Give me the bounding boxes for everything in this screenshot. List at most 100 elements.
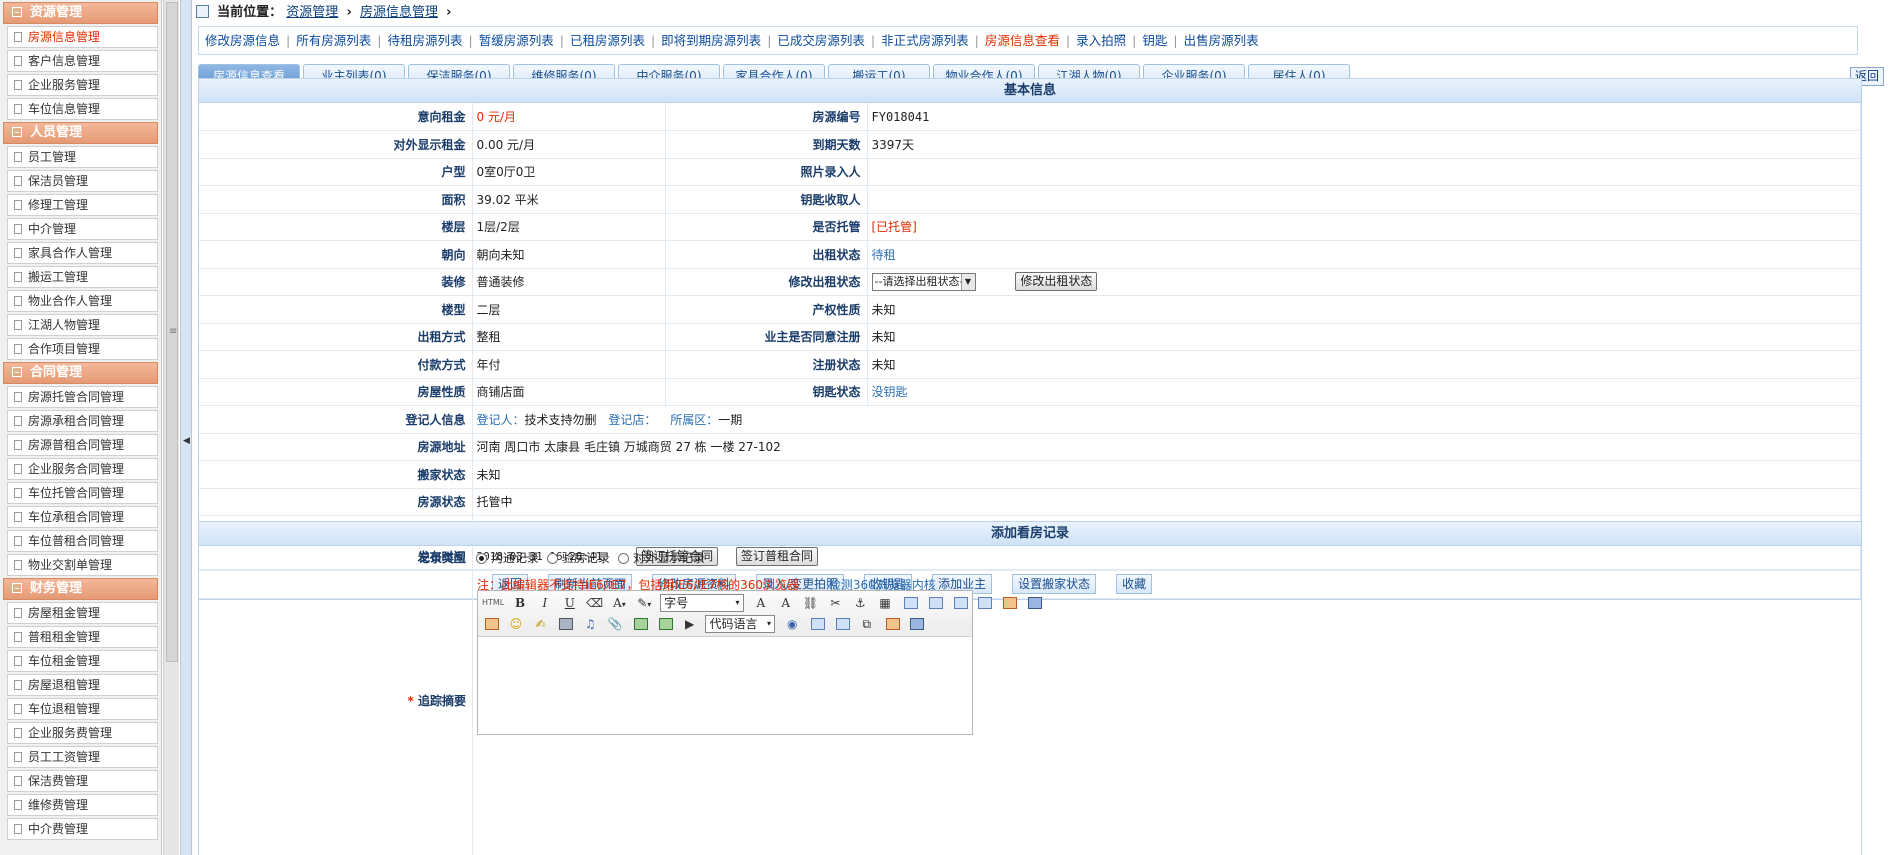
insert-image-icon[interactable] [485,618,499,630]
sidebar-item[interactable]: 房源托管合同管理 [7,386,158,408]
nav-link[interactable]: 已租房源列表 [570,33,645,48]
rich-text-editor[interactable]: HTML B I U ⌫ A▾ ✎▾ 字号 ▾ A A ⛓ ✂ ⚓ ▦ ☺ ✍ … [477,590,1042,735]
music-icon[interactable]: ♫ [581,615,599,633]
sidebar-item[interactable]: 普租租金管理 [7,626,158,648]
eraser-icon[interactable]: ⌫ [586,594,604,612]
italic-button[interactable]: I [536,594,554,612]
snapshot-icon[interactable] [658,618,673,630]
sidebar-item[interactable]: 房源信息管理 [7,26,158,48]
nav-link[interactable]: 暂缓房源列表 [479,33,554,48]
map-icon[interactable]: ◉ [783,615,801,633]
sidebar-group-header[interactable]: 资源管理 [3,2,158,24]
sidebar-scrollbar[interactable]: ≡ [163,0,179,855]
scrawl-icon[interactable]: ✍ [532,615,550,633]
nav-link[interactable]: 待租房源列表 [387,33,462,48]
emoji-icon[interactable]: ☺ [507,615,525,633]
table-icon[interactable]: ▦ [876,594,894,612]
sidebar-item[interactable]: 车位信息管理 [7,98,158,120]
align-right-icon[interactable] [953,597,968,609]
sidebar-item[interactable]: 企业服务费管理 [7,722,158,744]
registrant-name: 技术支持勿删 [524,412,597,427]
sidebar-item[interactable]: 合作项目管理 [7,338,158,360]
html-source-button[interactable]: HTML [482,594,504,612]
sidebar-item[interactable]: 保洁费管理 [7,770,158,792]
image-icon[interactable] [1003,597,1018,609]
gallery-icon[interactable] [633,618,648,630]
sidebar-item[interactable]: 搬运工管理 [7,266,158,288]
nav-link[interactable]: 录入拍照 [1076,33,1126,48]
editor-content-area[interactable] [478,637,972,735]
sidebar-item[interactable]: 车位租金管理 [7,650,158,672]
sidebar-item[interactable]: 车位普租合同管理 [7,530,158,552]
sidebar-item[interactable]: 企业服务管理 [7,74,158,96]
sidebar-item[interactable]: 物业合作人管理 [7,290,158,312]
background-icon[interactable] [885,618,900,630]
nav-link[interactable]: 已成交房源列表 [777,33,865,48]
sidebar-item[interactable]: 企业服务合同管理 [7,458,158,480]
sidebar-item[interactable]: 修理工管理 [7,194,158,216]
nav-link[interactable]: 即将到期房源列表 [661,33,761,48]
rent-status-select[interactable]: --请选择出租状态-- ▼ [871,272,976,291]
sidebar-item[interactable]: 房源普租合同管理 [7,434,158,456]
nav-link[interactable]: 非正式房源列表 [881,33,969,48]
font-size-select[interactable]: 字号 ▾ [660,594,745,612]
sidebar-item[interactable]: 江湖人物管理 [7,314,158,336]
sidebar-item[interactable]: 物业交割单管理 [7,554,158,576]
collapse-arrow-icon[interactable]: ◀ [183,436,190,446]
sidebar-item[interactable]: 家具合作人管理 [7,242,158,264]
unlink-icon[interactable]: ✂ [826,594,844,612]
breadcrumb-level2-link[interactable]: 房源信息管理 [360,5,438,20]
highlight-icon[interactable]: ✎▾ [635,594,653,612]
sidebar-splitter[interactable]: ◀ [180,0,192,855]
align-justify-icon[interactable] [978,597,993,609]
record-type-option[interactable]: 验房记录 [546,551,610,565]
record-type-option[interactable]: 沟通记录 [475,551,539,565]
sidebar-item[interactable]: 中介费管理 [7,818,158,840]
document-icon[interactable] [559,618,574,630]
preview-icon[interactable] [1028,597,1042,609]
sidebar-item[interactable]: 员工管理 [7,146,158,168]
nav-link[interactable]: 钥匙 [1142,33,1167,48]
sidebar-group-header[interactable]: 财务管理 [3,578,158,600]
align-left-icon[interactable] [903,597,918,609]
sidebar-item[interactable]: 房屋租金管理 [7,602,158,624]
cut-icon[interactable]: ⧉ [858,615,876,633]
template-icon[interactable] [811,618,826,630]
sidebar-item[interactable]: 车位承租合同管理 [7,506,158,528]
sidebar-item[interactable]: 客户信息管理 [7,50,158,72]
sidebar-item[interactable]: 员工工资管理 [7,746,158,768]
sidebar-item[interactable]: 房屋退租管理 [7,674,158,696]
code-language-select[interactable]: 代码语言 ▾ [705,615,776,633]
video-icon[interactable]: ▶ [681,615,699,633]
iframe-icon[interactable] [835,618,850,630]
font-size-down-button[interactable]: A [777,594,795,612]
link-icon[interactable]: ⛓ [802,594,820,612]
sidebar-item[interactable]: 中介管理 [7,218,158,240]
font-color-button[interactable]: A▾ [610,594,628,612]
underline-button[interactable]: U [561,594,579,612]
sidebar-item[interactable]: 车位退租管理 [7,698,158,720]
sidebar-item[interactable]: 车位托管合同管理 [7,482,158,504]
sidebar-item[interactable]: 房源承租合同管理 [7,410,158,432]
sidebar-item[interactable]: 维修费管理 [7,794,158,816]
nav-link[interactable]: 房源信息查看 [985,33,1060,48]
nav-link[interactable]: 出售房源列表 [1184,33,1259,48]
radio-button[interactable] [546,553,558,564]
table-row: 付款方式 年付 注册状态 未知 [199,350,1861,379]
nav-link[interactable]: 所有房源列表 [296,33,371,48]
sidebar-item[interactable]: 保洁员管理 [7,170,158,192]
sidebar-group-header[interactable]: 合同管理 [3,362,158,384]
anchor-icon[interactable]: ⚓ [851,594,869,612]
record-type-option[interactable]: 对外显示记录 [617,551,705,565]
bold-button[interactable]: B [511,594,529,612]
nav-link[interactable]: 修改房源信息 [205,33,280,48]
sidebar-group-header[interactable]: 人员管理 [3,122,158,144]
breadcrumb-level1-link[interactable]: 资源管理 [286,5,338,20]
font-size-up-button[interactable]: A [752,594,770,612]
align-center-icon[interactable] [928,597,943,609]
attachment-icon[interactable]: 📎 [606,615,624,633]
radio-button[interactable] [475,553,487,564]
word-import-icon[interactable] [910,618,925,630]
radio-button[interactable] [617,553,629,564]
modify-status-button[interactable]: 修改出租状态 [1015,272,1098,292]
